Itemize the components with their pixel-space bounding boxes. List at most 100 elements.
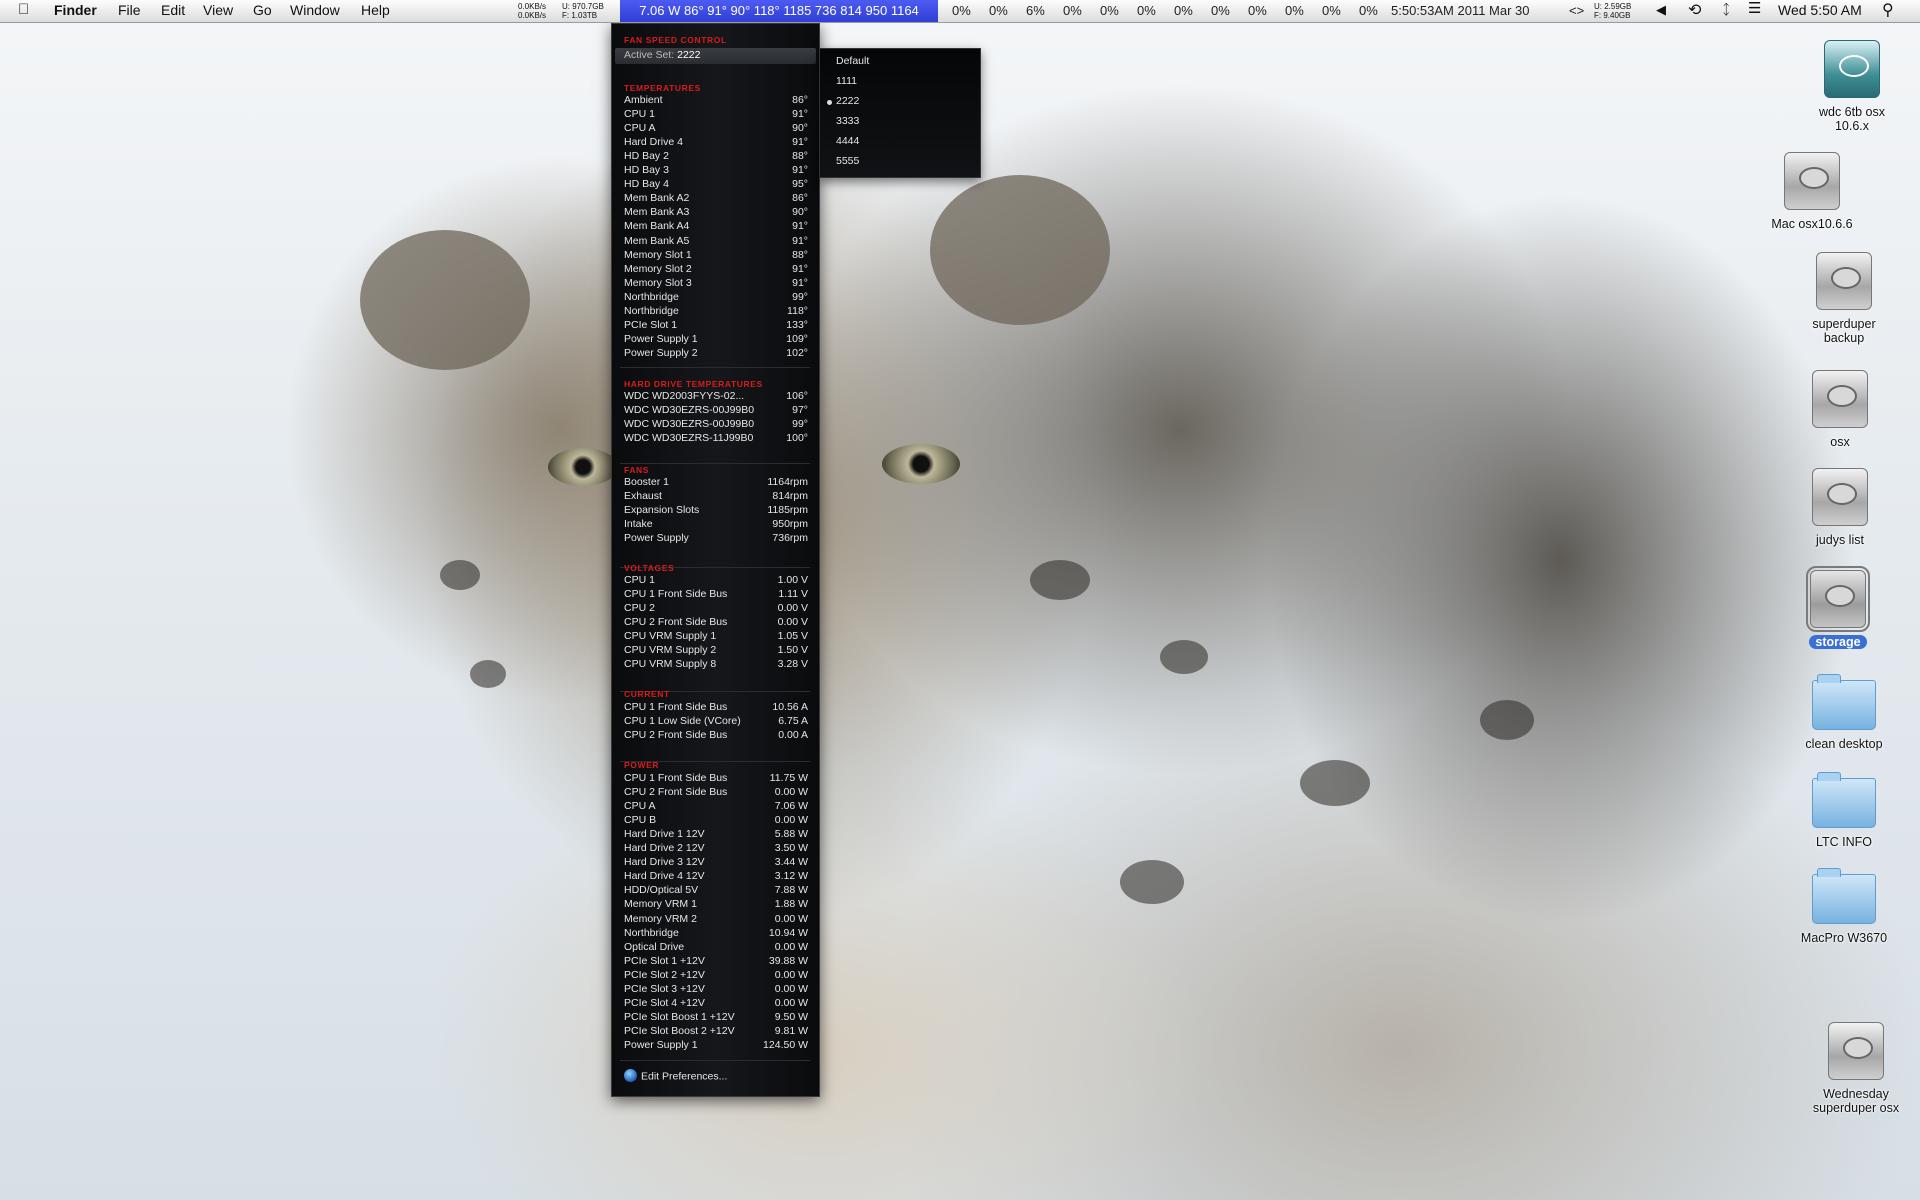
desktop-icon-superduper-backup[interactable]: superduper backup: [1784, 252, 1904, 347]
cpu-core-percent[interactable]: 0%: [1359, 3, 1378, 18]
cpu-core-percent[interactable]: 0%: [1174, 3, 1193, 18]
sensor-value: 88°: [792, 150, 808, 163]
sensor-value: 5.88 W: [774, 828, 808, 841]
sensor-value: 106°: [786, 390, 808, 402]
fan-set-option-1111[interactable]: 1111: [836, 75, 857, 87]
cpu-core-percent[interactable]: 6%: [1026, 3, 1045, 18]
sensor-value: 86°: [792, 192, 808, 205]
memory-usage-meter[interactable]: U: 2.59GB F: 9.40GB: [1594, 2, 1631, 20]
menu-window[interactable]: Window: [290, 2, 340, 18]
cpu-core-percent[interactable]: 0%: [989, 3, 1008, 18]
sensor-row: Booster 1 1164rpm: [624, 476, 808, 490]
active-set-item[interactable]: Active Set: 2222: [615, 48, 816, 64]
cpu-core-percent[interactable]: 0%: [1063, 3, 1082, 18]
volume-icon[interactable]: ◀: [1656, 2, 1666, 18]
desktop-icon-label: Wednesday superduper osx: [1812, 1087, 1900, 1115]
leopard-eye-left: [548, 448, 618, 486]
clock-menu[interactable]: Wed 5:50 AM: [1778, 2, 1862, 18]
sensor-name: Power Supply 1: [624, 332, 698, 345]
sensor-name: Power Supply 1: [624, 1038, 698, 1051]
desktop-icon-wednesday-superduper[interactable]: Wednesday superduper osx: [1796, 1022, 1916, 1117]
desktop-icon-judys-list[interactable]: judys list: [1780, 468, 1900, 549]
desktop-icon-storage[interactable]: storage: [1778, 566, 1898, 651]
desktop-icon-label: osx: [1830, 435, 1850, 449]
spotlight-search-icon[interactable]: ⚲: [1882, 0, 1894, 20]
desktop-icon-osx[interactable]: osx: [1780, 370, 1900, 451]
sensor-name: PCIe Slot Boost 1 +12V: [624, 1010, 735, 1023]
sensor-row: Memory Slot 3 91°: [624, 277, 808, 291]
app-menu-finder[interactable]: Finder: [54, 2, 97, 18]
desktop-icon-ltc-info[interactable]: LTC INFO: [1784, 772, 1904, 851]
sensor-name: Mem Bank A3: [624, 206, 690, 219]
cpu-core-percent[interactable]: 0%: [1100, 3, 1119, 18]
desktop-wallpaper: [0, 0, 1920, 1200]
wifi-icon[interactable]: ☰: [1748, 0, 1761, 17]
sensor-name: PCIe Slot 2 +12V: [624, 968, 705, 981]
fan-speed-control-title: FAN SPEED CONTROL: [624, 35, 727, 45]
fan-set-option-default[interactable]: Default: [836, 55, 869, 67]
disk-usage-meter[interactable]: U: 970.7GB F: 1.03TB: [562, 2, 604, 20]
sensor-value: 0.00 W: [774, 968, 808, 981]
sensor-row: Hard Drive 4 91°: [624, 136, 808, 150]
sensor-value: 3.44 W: [774, 856, 808, 869]
fan-set-option-3333[interactable]: 3333: [836, 115, 859, 127]
menu-edit[interactable]: Edit: [161, 2, 185, 18]
desktop-icon-label: clean desktop: [1805, 737, 1883, 751]
cpu-core-percent[interactable]: 0%: [1285, 3, 1304, 18]
sensor-name: Hard Drive 4: [624, 136, 683, 149]
sensor-name: PCIe Slot 1 +12V: [624, 954, 705, 967]
sensor-name: Memory VRM 2: [624, 912, 697, 925]
network-speed-meter[interactable]: 0.0KB/s 0.0KB/s: [518, 2, 546, 20]
cpu-core-percent[interactable]: 0%: [1211, 3, 1230, 18]
menu-go[interactable]: Go: [253, 2, 272, 18]
sensor-row: Hard Drive 1 12V 5.88 W: [624, 828, 808, 842]
time-machine-icon[interactable]: ⟲: [1688, 0, 1701, 20]
fan-set-option-5555[interactable]: 5555: [836, 155, 859, 167]
sensor-value: 1.11 V: [778, 588, 808, 601]
sensor-name: CPU 2 Front Side Bus: [624, 729, 728, 742]
cpu-core-percent[interactable]: 0%: [1322, 3, 1341, 18]
sensor-row: CPU 2 0.00 V: [624, 602, 808, 616]
sensor-value: 88°: [792, 248, 808, 261]
apple-menu-icon[interactable]: : [18, 1, 29, 18]
fans-title: FANS: [624, 465, 650, 475]
menu-view[interactable]: View: [203, 2, 233, 18]
sensor-name: CPU 1: [624, 108, 655, 121]
fan-set-option-4444[interactable]: 4444: [836, 135, 859, 147]
desktop-icon-macpro-w3670[interactable]: MacPro W3670: [1784, 868, 1904, 947]
sensor-row: CPU 1 91°: [624, 108, 808, 122]
menu-help[interactable]: Help: [361, 2, 390, 18]
edit-preferences-item[interactable]: Edit Preferences...: [624, 1069, 727, 1083]
desktop-icon-mac-osx[interactable]: Mac osx10.6.6: [1752, 152, 1872, 233]
sensor-row: PCIe Slot Boost 1 +12V 9.50 W: [624, 1011, 808, 1025]
cpu-core-percent[interactable]: 0%: [952, 3, 971, 18]
sensor-value: 91°: [792, 262, 808, 275]
fan-set-option-2222[interactable]: 2222: [827, 95, 859, 107]
bluetooth-icon[interactable]: ᛨ: [1722, 1, 1730, 17]
sensor-name: HD Bay 2: [624, 150, 669, 163]
sensor-row: Northbridge 118°: [624, 305, 808, 319]
sensor-row: Power Supply 1 109°: [624, 333, 808, 347]
menu-file[interactable]: File: [118, 2, 141, 18]
desktop-icon-wdc-6tb[interactable]: wdc 6tb osx 10.6.x: [1792, 40, 1912, 135]
sensor-value: 99°: [792, 290, 808, 303]
istat-sensors-menu-item[interactable]: 7.06 W 86° 91° 90° 118° 1185 736 814 950…: [620, 0, 938, 22]
sensor-value: 814rpm: [772, 490, 808, 503]
desktop-icon-clean-desktop[interactable]: clean desktop: [1784, 674, 1904, 753]
sensor-row: Memory VRM 1 1.88 W: [624, 898, 808, 912]
sensor-row: Mem Bank A3 90°: [624, 206, 808, 220]
sensor-row: Intake 950rpm: [624, 518, 808, 532]
sensor-value: 102°: [786, 346, 808, 359]
sensor-row: Expansion Slots 1185rpm: [624, 504, 808, 518]
sensor-value: 0.00 W: [774, 940, 808, 953]
net-up-text: 0.0KB/s: [518, 2, 547, 11]
sensor-name: PCIe Slot 4 +12V: [624, 996, 705, 1009]
datetime-readout[interactable]: 5:50:53AM 2011 Mar 30: [1391, 3, 1530, 18]
sensor-value: 91°: [792, 276, 808, 289]
cpu-core-percent[interactable]: 0%: [1137, 3, 1156, 18]
sensor-row: CPU 2 Front Side Bus 0.00 V: [624, 616, 808, 630]
cpu-core-percent[interactable]: 0%: [1248, 3, 1267, 18]
scroll-arrows-icon[interactable]: <>: [1569, 3, 1584, 18]
sensor-value: 1.00 V: [777, 574, 808, 586]
sensor-value: 3.12 W: [774, 870, 808, 883]
